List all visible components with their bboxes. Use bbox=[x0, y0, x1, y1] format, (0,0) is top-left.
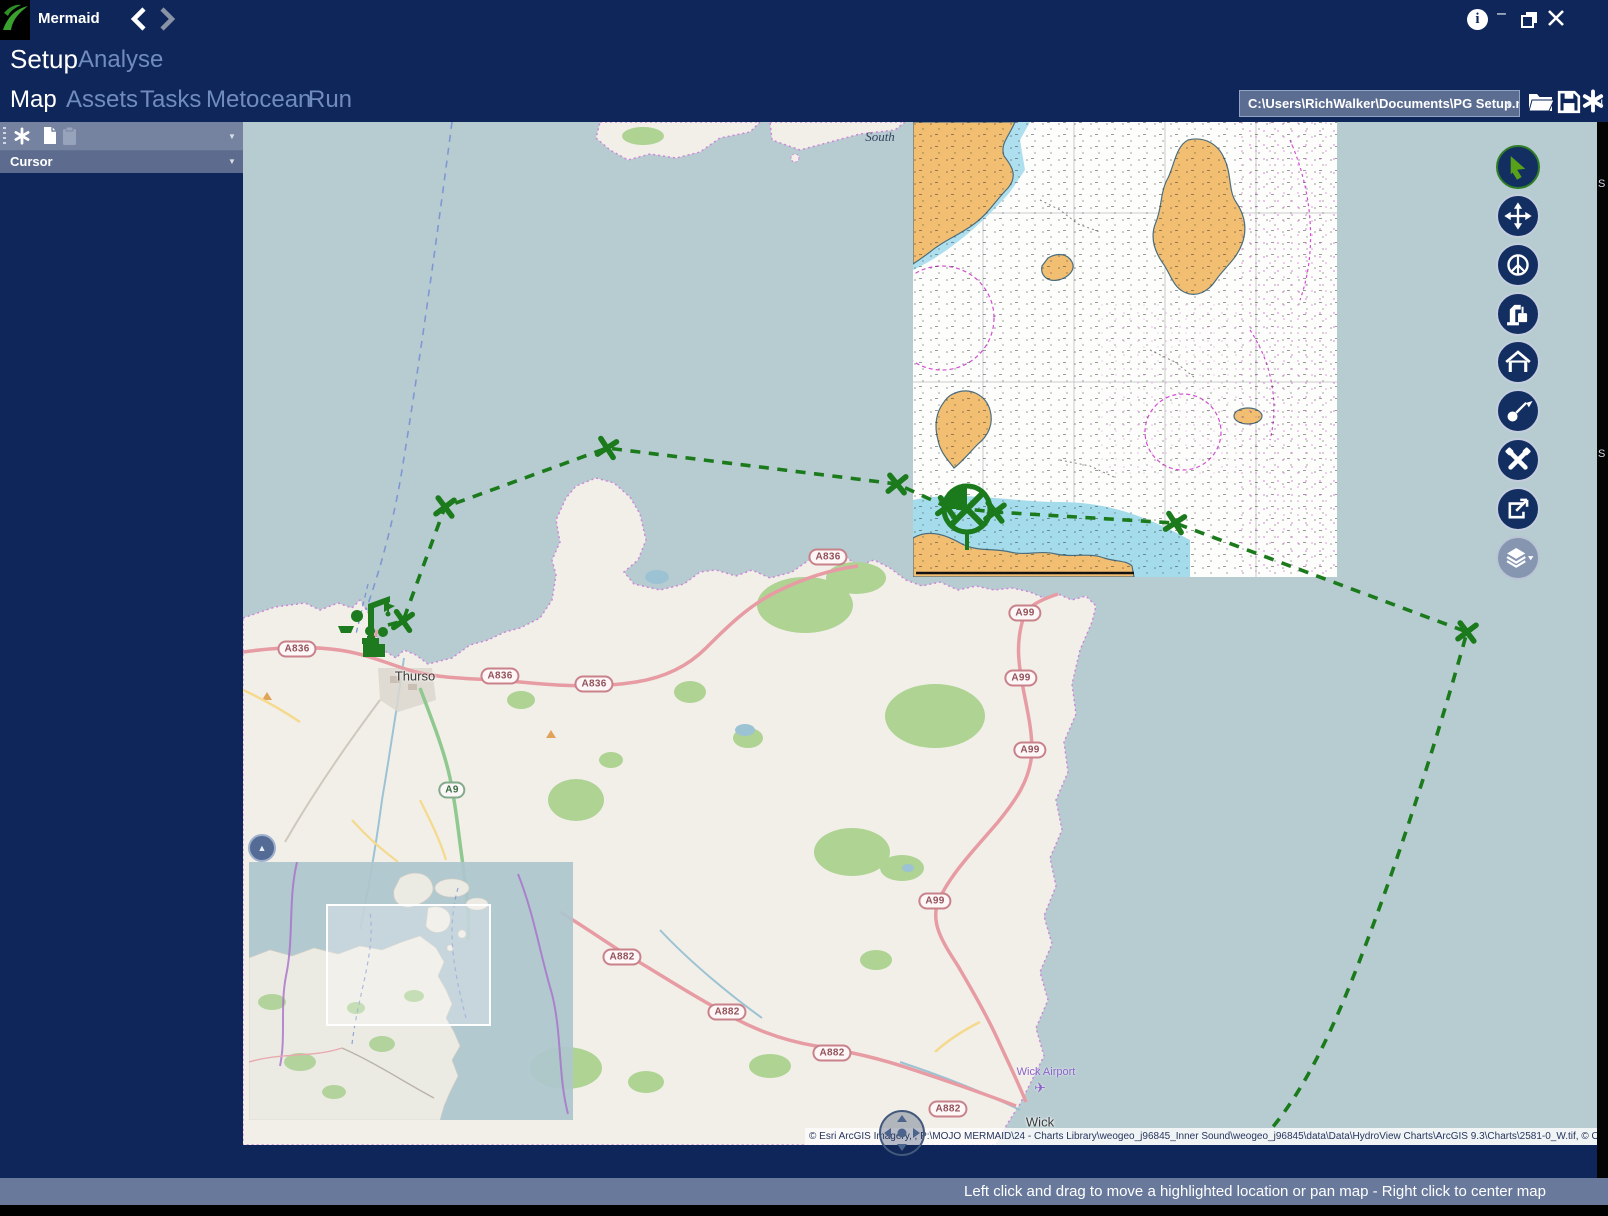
dropdown-caret-icon: ▼ bbox=[228, 151, 236, 173]
tab-tasks[interactable]: Tasks bbox=[140, 86, 201, 114]
asterisk-tool-icon[interactable] bbox=[13, 127, 31, 145]
export-button[interactable] bbox=[1496, 487, 1540, 531]
tab-assets[interactable]: Assets bbox=[66, 86, 138, 114]
map-canvas[interactable]: A836 A836 A836 A836 A9 A99 A99 A99 A99 A… bbox=[243, 122, 1597, 1145]
mooring-button[interactable] bbox=[1496, 389, 1540, 433]
road-shield: A882 bbox=[812, 1045, 851, 1062]
tab-metocean[interactable]: Metocean bbox=[206, 86, 311, 114]
globe-button[interactable] bbox=[1496, 243, 1540, 287]
layers-icon bbox=[1498, 538, 1538, 578]
road-shield: A99 bbox=[1004, 670, 1037, 687]
forward-button[interactable] bbox=[156, 6, 178, 32]
compass-icon bbox=[876, 1107, 928, 1159]
road-shield: A9 bbox=[438, 782, 465, 799]
road-shield: A836 bbox=[574, 676, 613, 693]
cursor-arrow-icon bbox=[1498, 147, 1538, 187]
road-shield: A99 bbox=[918, 893, 951, 910]
tab-setup[interactable]: Setup bbox=[10, 44, 78, 75]
tab-analyse[interactable]: Analyse bbox=[78, 46, 163, 74]
overview-inset-map[interactable] bbox=[249, 862, 573, 1120]
home-icon bbox=[1498, 342, 1538, 382]
copy-icon[interactable] bbox=[40, 126, 58, 146]
road-shield: A882 bbox=[928, 1101, 967, 1118]
pan-button[interactable] bbox=[1496, 194, 1540, 238]
map-graphics bbox=[243, 122, 1597, 1145]
airplane-icon: ✈ bbox=[1034, 1080, 1046, 1097]
export-icon bbox=[1498, 489, 1538, 529]
toolbar-grip-handle[interactable] bbox=[3, 127, 6, 145]
save-button[interactable] bbox=[1556, 90, 1582, 114]
globe-icon bbox=[1498, 245, 1538, 285]
home-button[interactable] bbox=[1496, 340, 1540, 384]
clipped-text-fragment: S bbox=[1598, 178, 1608, 190]
file-path-combobox[interactable]: C:\Users\RichWalker\Documents\PG Setup.m… bbox=[1239, 90, 1520, 117]
road-shield: A99 bbox=[1008, 605, 1041, 622]
title-bar: Mermaid i – Setup Analyse Map Assets Tas… bbox=[0, 0, 1608, 122]
town-label-thurso: Thurso bbox=[395, 669, 435, 684]
hint-bar: Left click and drag to move a highlighte… bbox=[0, 1178, 1608, 1205]
mermaid-logo-icon bbox=[0, 0, 30, 40]
map-pan-compass[interactable] bbox=[876, 1107, 928, 1159]
mermaid-window: Mermaid i – Setup Analyse Map Assets Tas… bbox=[0, 0, 1608, 1216]
paste-icon[interactable] bbox=[62, 126, 78, 146]
clipped-right-panel: S S bbox=[1597, 122, 1608, 1178]
inset-extent-rectangle[interactable] bbox=[327, 905, 490, 1025]
combo-caret-icon[interactable]: ▼ bbox=[1505, 100, 1513, 109]
inset-collapse-button[interactable]: ▲ bbox=[248, 834, 276, 862]
pan-arrows-icon bbox=[1498, 196, 1538, 236]
app-title: Mermaid bbox=[38, 10, 100, 27]
tool-mode-dropdown[interactable]: Cursor ▼ bbox=[0, 151, 243, 173]
clipped-text-fragment: S bbox=[1598, 448, 1608, 460]
status-strip: 58° 41' 05.92" N 02° 53' 16.91" W 10 km bbox=[0, 1145, 1608, 1178]
app-logo bbox=[0, 0, 30, 40]
airport-label: Wick Airport bbox=[1017, 1066, 1076, 1078]
tab-run[interactable]: Run bbox=[308, 86, 352, 114]
tools-button[interactable] bbox=[1496, 438, 1540, 482]
road-shield: A836 bbox=[480, 668, 519, 685]
crossed-tools-icon bbox=[1498, 440, 1538, 480]
road-shield: A99 bbox=[1013, 742, 1046, 759]
mooring-buoy-icon bbox=[1498, 391, 1538, 431]
toolbar-overflow-icon[interactable]: ▼ bbox=[228, 132, 236, 141]
tool-mode-value: Cursor bbox=[10, 154, 53, 169]
road-shield: A836 bbox=[808, 549, 847, 566]
road-shield: A882 bbox=[707, 1004, 746, 1021]
close-button[interactable] bbox=[1547, 9, 1565, 27]
cursor-select-button[interactable] bbox=[1496, 145, 1540, 189]
clipped-text-fragment: I bbox=[1600, 97, 1603, 111]
layers-button[interactable] bbox=[1496, 536, 1540, 580]
tool-strip: ▼ bbox=[0, 122, 243, 151]
road-shield: A836 bbox=[277, 641, 316, 658]
area-label-south: South bbox=[865, 129, 895, 145]
info-button[interactable]: i bbox=[1467, 9, 1488, 30]
restore-button[interactable] bbox=[1521, 11, 1538, 28]
crane-button[interactable] bbox=[1496, 292, 1540, 336]
left-panel: ▼ Cursor ▼ bbox=[0, 122, 243, 1145]
open-file-button[interactable] bbox=[1528, 90, 1554, 114]
minimize-button[interactable]: – bbox=[1497, 4, 1506, 24]
back-button[interactable] bbox=[128, 6, 150, 32]
tab-map[interactable]: Map bbox=[10, 86, 57, 114]
crane-icon bbox=[1498, 294, 1538, 334]
road-shield: A882 bbox=[602, 949, 641, 966]
